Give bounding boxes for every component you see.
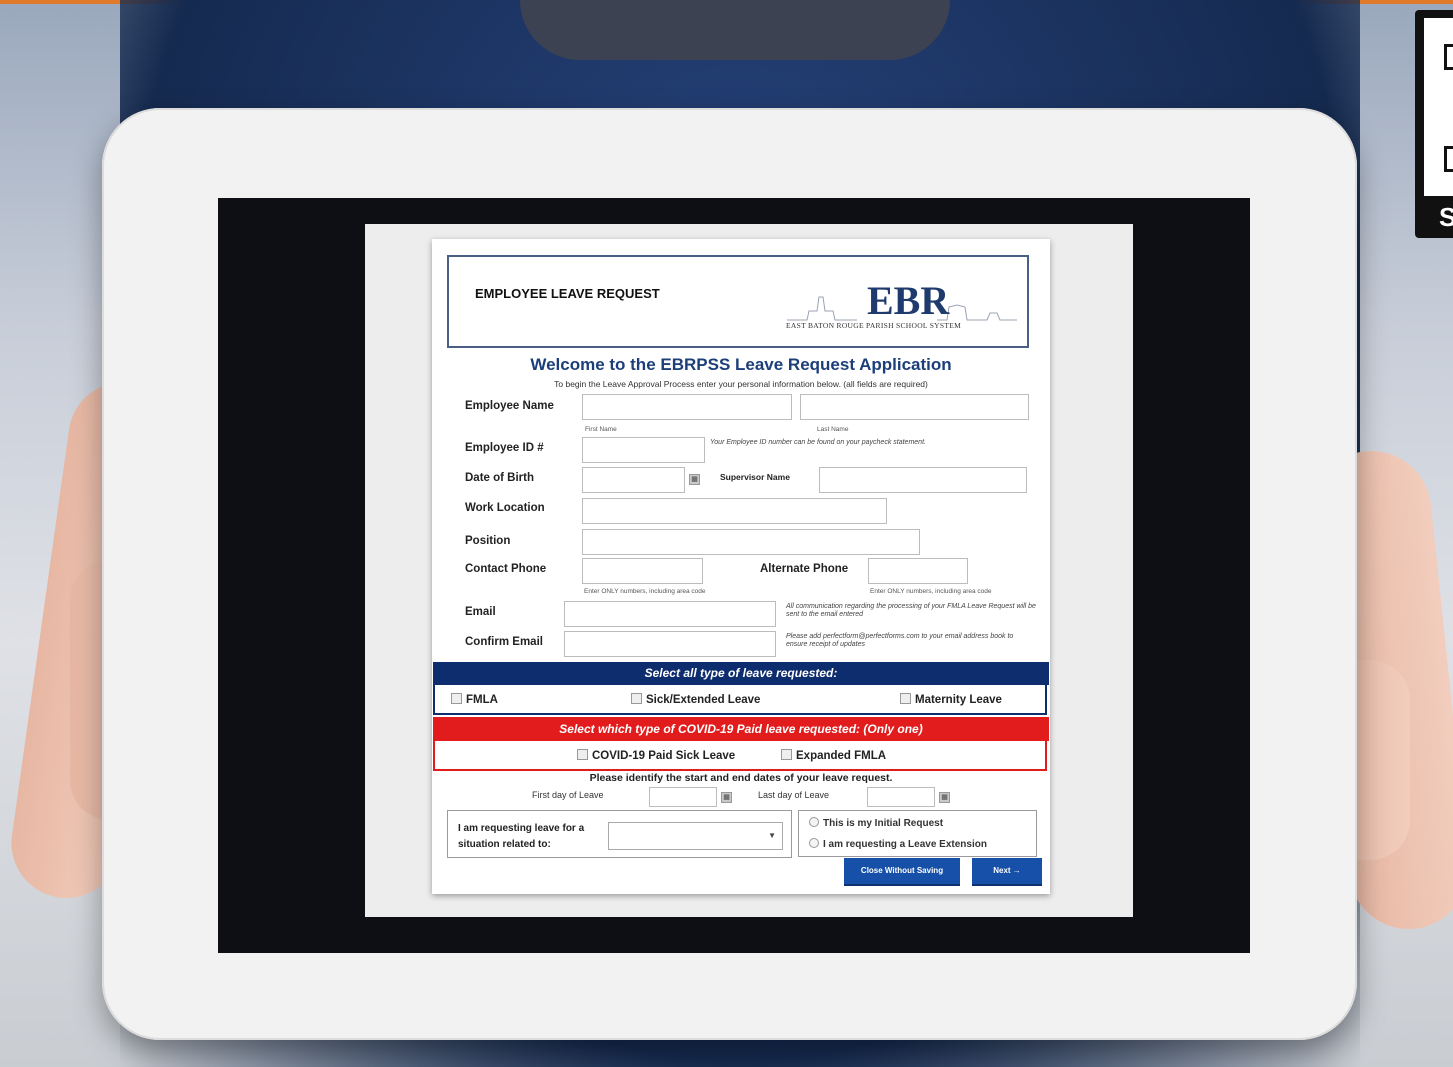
initial-request-radio[interactable]: This is my Initial Request — [809, 817, 943, 829]
covid-leave-banner: Select which type of COVID-19 Paid leave… — [433, 717, 1049, 741]
last-name-input[interactable] — [800, 394, 1029, 420]
last-name-hint: Last Name — [817, 426, 849, 433]
leave-type-banner: Select all type of leave requested: — [433, 662, 1049, 685]
confirm-email-label: Confirm Email — [465, 636, 543, 648]
employee-id-label: Employee ID # — [465, 442, 544, 454]
request-type-box: This is my Initial Request I am requesti… — [798, 810, 1037, 857]
next-button[interactable]: Next → — [972, 858, 1042, 884]
first-name-input[interactable] — [582, 394, 792, 420]
person-neck — [520, 0, 950, 60]
fmla-label: FMLA — [466, 694, 498, 706]
checkbox-box — [577, 749, 588, 760]
confirm-email-input[interactable] — [564, 631, 776, 657]
qr-code-icon — [1424, 18, 1453, 196]
initial-request-label: This is my Initial Request — [823, 818, 944, 829]
qr-tab-letter: S — [1439, 202, 1453, 232]
calendar-icon[interactable]: ▦ — [939, 792, 950, 803]
leave-type-row: FMLA Sick/Extended Leave Maternity Leave — [433, 685, 1047, 715]
confirm-email-note: Please add perfectform@perfectforms.com … — [786, 633, 1014, 648]
maternity-label: Maternity Leave — [915, 694, 1002, 706]
email-input[interactable] — [564, 601, 776, 627]
covid-leave-row: COVID-19 Paid Sick Leave Expanded FMLA — [433, 741, 1047, 771]
contact-phone-label: Contact Phone — [465, 563, 547, 575]
employee-id-input[interactable] — [582, 437, 705, 463]
contact-phone-hint: Enter ONLY numbers, including area code — [584, 588, 706, 595]
contact-phone-input[interactable] — [582, 558, 703, 584]
situation-select[interactable]: ▼ — [608, 822, 783, 850]
covid-sick-leave-checkbox[interactable]: COVID-19 Paid Sick Leave — [577, 749, 735, 762]
email-label: Email — [465, 606, 496, 618]
work-location-label: Work Location — [465, 502, 545, 514]
dates-title: Please identify the start and end dates … — [589, 772, 893, 784]
radio-dot — [809, 817, 819, 827]
first-day-input[interactable] — [649, 787, 717, 807]
situation-box: I am requesting leave for a situation re… — [447, 810, 792, 858]
employee-name-label: Employee Name — [465, 400, 554, 412]
dob-label: Date of Birth — [465, 472, 534, 484]
covid-sick-leave-label: COVID-19 Paid Sick Leave — [592, 750, 736, 762]
leave-extension-label: I am requesting a Leave Extension — [823, 839, 987, 850]
ebr-logo: EBR — [867, 278, 950, 323]
dob-input[interactable] — [582, 467, 685, 493]
employee-id-note: Your Employee ID number can be found on … — [710, 439, 926, 446]
qr-code-tab[interactable]: S — [1415, 10, 1453, 238]
leave-request-form: EMPLOYEE LEAVE REQUEST EBR EAST BATON RO… — [432, 239, 1050, 894]
last-day-input[interactable] — [867, 787, 935, 807]
fmla-checkbox[interactable]: FMLA — [451, 693, 498, 706]
alternate-phone-input[interactable] — [868, 558, 968, 584]
first-day-label: First day of Leave — [532, 790, 604, 800]
checkbox-box — [631, 693, 642, 704]
checkbox-box — [781, 749, 792, 760]
welcome-intro: To begin the Leave Approval Process ente… — [554, 379, 928, 389]
position-label: Position — [465, 535, 511, 547]
chevron-down-icon: ▼ — [768, 831, 776, 840]
qr-finder-mark — [1444, 44, 1453, 70]
expanded-fmla-label: Expanded FMLA — [796, 750, 887, 762]
first-name-hint: First Name — [585, 426, 617, 433]
email-note: All communication regarding the processi… — [786, 603, 1036, 618]
expanded-fmla-checkbox[interactable]: Expanded FMLA — [781, 749, 886, 762]
form-title: EMPLOYEE LEAVE REQUEST — [475, 286, 660, 301]
checkbox-box — [451, 693, 462, 704]
qr-finder-mark — [1444, 146, 1453, 172]
leave-extension-radio[interactable]: I am requesting a Leave Extension — [809, 838, 987, 850]
work-location-input[interactable] — [582, 498, 887, 524]
close-without-saving-button[interactable]: Close Without Saving — [844, 858, 960, 884]
calendar-icon[interactable]: ▦ — [689, 474, 700, 485]
form-header-box: EMPLOYEE LEAVE REQUEST EBR EAST BATON RO… — [447, 255, 1029, 348]
situation-label: I am requesting leave for a situation re… — [458, 823, 585, 850]
alternate-phone-label: Alternate Phone — [760, 563, 849, 575]
alternate-phone-hint: Enter ONLY numbers, including area code — [870, 588, 992, 595]
supervisor-input[interactable] — [819, 467, 1027, 493]
sick-extended-checkbox[interactable]: Sick/Extended Leave — [631, 693, 760, 706]
radio-dot — [809, 838, 819, 848]
welcome-title: Welcome to the EBRPSS Leave Request Appl… — [530, 355, 952, 374]
supervisor-label: Supervisor Name — [720, 472, 790, 482]
checkbox-box — [900, 693, 911, 704]
last-day-label: Last day of Leave — [758, 790, 830, 800]
maternity-checkbox[interactable]: Maternity Leave — [900, 693, 1002, 706]
calendar-icon[interactable]: ▦ — [721, 792, 732, 803]
sick-extended-label: Sick/Extended Leave — [646, 694, 761, 706]
logo-subtitle: EAST BATON ROUGE PARISH SCHOOL SYSTEM — [786, 321, 962, 330]
position-input[interactable] — [582, 529, 920, 555]
